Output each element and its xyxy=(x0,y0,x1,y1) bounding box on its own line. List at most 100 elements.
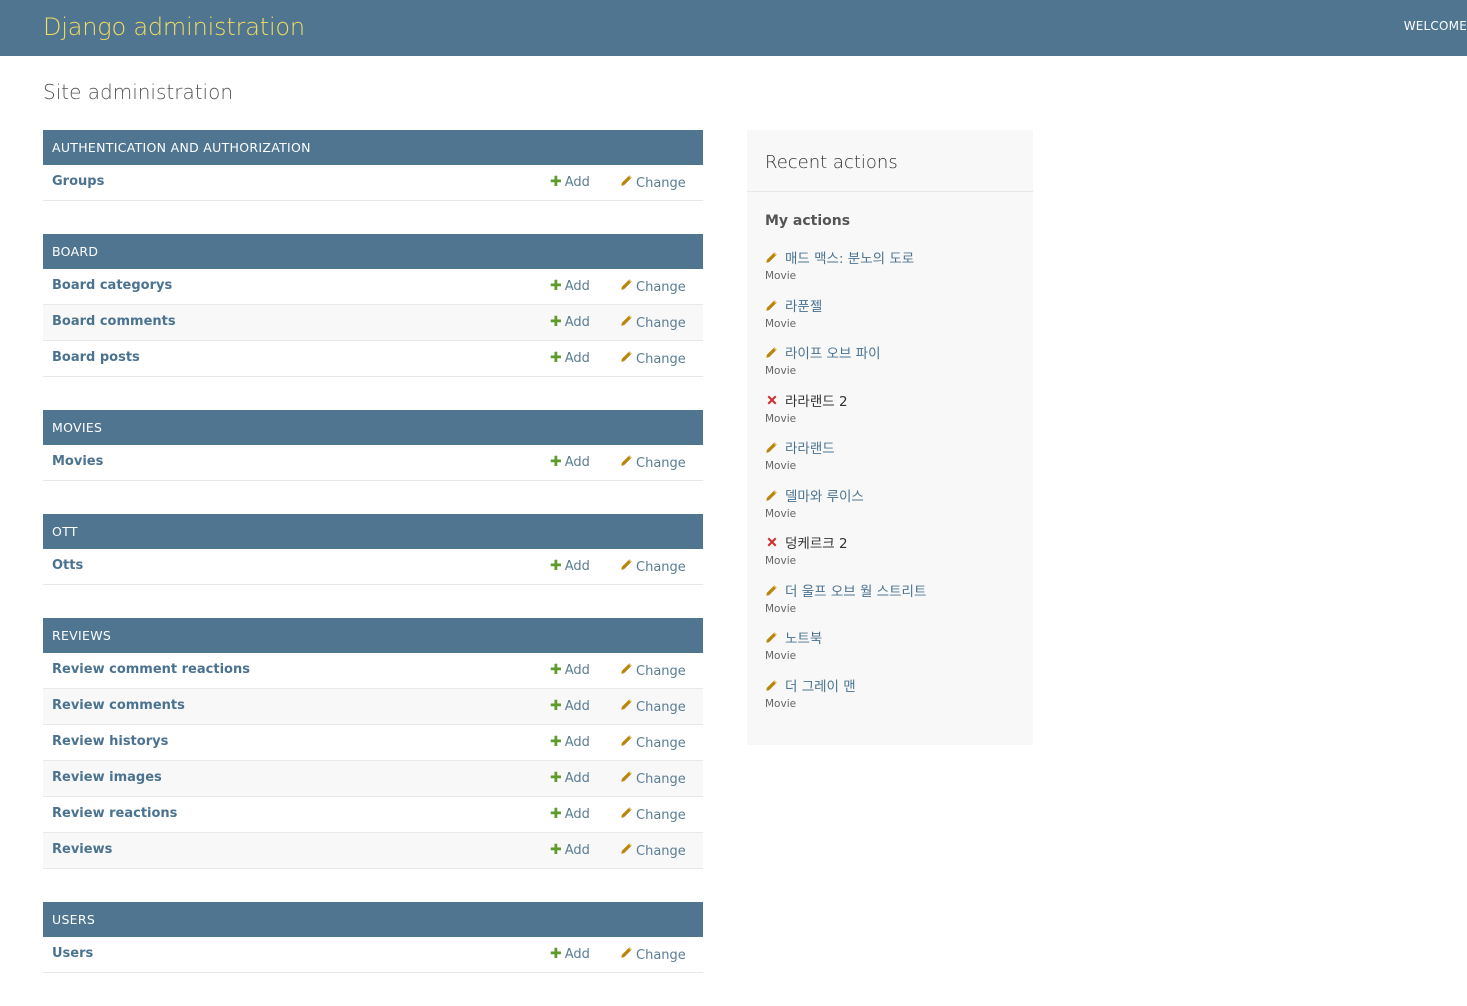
module-caption[interactable]: USERS xyxy=(43,902,703,937)
model-link[interactable]: Users xyxy=(52,946,93,961)
change-link[interactable]: Change xyxy=(620,806,686,823)
module-caption[interactable]: AUTHENTICATION AND AUTHORIZATION xyxy=(43,130,703,165)
add-link[interactable]: ✚ Add xyxy=(550,946,590,962)
action-item: 라이프 오브 파이 Movie xyxy=(765,342,1025,390)
action-type: Movie xyxy=(765,412,797,425)
model-row: Board posts ✚ Add Change xyxy=(43,341,703,377)
pencil-icon xyxy=(620,314,633,331)
change-label: Change xyxy=(636,316,686,331)
add-label: Add xyxy=(564,843,590,858)
pencil-icon xyxy=(620,770,633,787)
action-list: 매드 맥스: 분노의 도로 Movie 라푼젤 Movie 라이프 오브 파이 Movie… xyxy=(765,247,1025,722)
add-link[interactable]: ✚ Add xyxy=(550,454,590,470)
add-link[interactable]: ✚ Add xyxy=(550,734,590,750)
model-link[interactable]: Groups xyxy=(52,174,104,189)
add-label: Add xyxy=(564,807,590,822)
action-link[interactable]: 델마와 루이스 xyxy=(785,485,864,505)
plus-icon: ✚ xyxy=(550,350,562,366)
model-link[interactable]: Movies xyxy=(52,454,103,469)
change-link[interactable]: Change xyxy=(620,662,686,679)
add-label: Add xyxy=(564,455,590,470)
model-row: Review comments ✚ Add Change xyxy=(43,689,703,725)
model-row: Movies ✚ Add Change xyxy=(43,445,703,481)
add-link[interactable]: ✚ Add xyxy=(550,770,590,786)
module-caption[interactable]: MOVIES xyxy=(43,410,703,445)
model-row: Groups ✚ Add Change xyxy=(43,165,703,201)
change-link[interactable]: Change xyxy=(620,698,686,715)
add-link[interactable]: ✚ Add xyxy=(550,662,590,678)
app-module: REVIEWS Review comment reactions ✚ Add Chang… xyxy=(43,618,703,869)
model-link[interactable]: Review reactions xyxy=(52,806,177,821)
model-row: Review images ✚ Add Change xyxy=(43,761,703,797)
action-link[interactable]: 라푼젤 xyxy=(785,295,822,315)
model-link[interactable]: Otts xyxy=(52,558,83,573)
add-link[interactable]: ✚ Add xyxy=(550,842,590,858)
pencil-icon xyxy=(765,582,779,596)
site-branding[interactable]: Django administration xyxy=(43,13,305,41)
app-module: BOARD Board categorys ✚ Add Change Board comm… xyxy=(43,234,703,377)
action-type: Movie xyxy=(765,650,797,662)
module-caption[interactable]: REVIEWS xyxy=(43,618,703,653)
add-label: Add xyxy=(564,175,590,190)
module-caption[interactable]: BOARD xyxy=(43,234,703,269)
add-label: Add xyxy=(564,351,590,366)
change-link[interactable]: Change xyxy=(620,278,686,295)
action-type: Movie xyxy=(765,270,797,282)
add-link[interactable]: ✚ Add xyxy=(550,350,590,366)
model-link[interactable]: Review comment reactions xyxy=(52,662,250,677)
add-link[interactable]: ✚ Add xyxy=(550,278,590,294)
plus-icon: ✚ xyxy=(550,698,562,714)
plus-icon: ✚ xyxy=(550,734,562,750)
app-list: AUTHENTICATION AND AUTHORIZATION Groups ✚ A… xyxy=(43,130,703,1006)
change-link[interactable]: Change xyxy=(620,770,686,787)
add-link[interactable]: ✚ Add xyxy=(550,314,590,330)
plus-icon: ✚ xyxy=(550,454,562,470)
add-link[interactable]: ✚ Add xyxy=(550,174,590,190)
action-link[interactable]: 라라랜드 xyxy=(785,437,835,457)
app-module: USERS Users ✚ Add Change xyxy=(43,902,703,973)
action-link[interactable]: 더 울프 오브 월 스트리트 xyxy=(785,580,926,600)
module-caption[interactable]: OTT xyxy=(43,514,703,549)
change-link[interactable]: Change xyxy=(620,314,686,331)
action-link[interactable]: 더 그레이 맨 xyxy=(785,675,856,695)
action-item: 라라랜드 Movie xyxy=(765,437,1025,485)
model-link[interactable]: Reviews xyxy=(52,842,112,857)
action-link[interactable]: 노트북 xyxy=(785,627,822,647)
change-link[interactable]: Change xyxy=(620,734,686,751)
change-link[interactable]: Change xyxy=(620,174,686,191)
model-link[interactable]: Review historys xyxy=(52,734,168,749)
model-link[interactable]: Review images xyxy=(52,770,162,785)
model-link[interactable]: Review comments xyxy=(52,698,185,713)
add-link[interactable]: ✚ Add xyxy=(550,698,590,714)
action-type: Movie xyxy=(765,602,797,615)
add-link[interactable]: ✚ Add xyxy=(550,558,590,574)
action-item: 매드 맥스: 분노의 도로 Movie xyxy=(765,247,1025,295)
action-type: Movie xyxy=(765,555,797,567)
change-label: Change xyxy=(636,808,686,823)
action-link[interactable]: 라이프 오브 파이 xyxy=(785,342,881,362)
pencil-icon xyxy=(765,487,779,501)
app-module: OTT Otts ✚ Add Change xyxy=(43,514,703,585)
model-link[interactable]: Board categorys xyxy=(52,278,172,293)
app-module: AUTHENTICATION AND AUTHORIZATION Groups ✚ A… xyxy=(43,130,703,201)
model-link[interactable]: Board posts xyxy=(52,350,140,365)
change-link[interactable]: Change xyxy=(620,842,686,859)
model-link[interactable]: Board comments xyxy=(52,314,176,329)
change-link[interactable]: Change xyxy=(620,350,686,367)
pencil-icon xyxy=(765,677,779,691)
recent-actions-title: Recent actions xyxy=(765,152,898,173)
change-link[interactable]: Change xyxy=(620,454,686,471)
pencil-icon xyxy=(620,842,633,859)
pencil-icon xyxy=(765,344,779,358)
add-label: Add xyxy=(564,315,590,330)
action-link[interactable]: 매드 맥스: 분노의 도로 xyxy=(785,247,914,267)
add-link[interactable]: ✚ Add xyxy=(550,806,590,822)
plus-icon: ✚ xyxy=(550,174,562,190)
change-link[interactable]: Change xyxy=(620,946,686,963)
pencil-icon xyxy=(620,174,633,191)
plus-icon: ✚ xyxy=(550,770,562,786)
change-link[interactable]: Change xyxy=(620,558,686,575)
plus-icon: ✚ xyxy=(550,946,562,962)
action-item: 덩케르크 2 Movie xyxy=(765,532,1025,580)
pencil-icon xyxy=(620,454,633,471)
